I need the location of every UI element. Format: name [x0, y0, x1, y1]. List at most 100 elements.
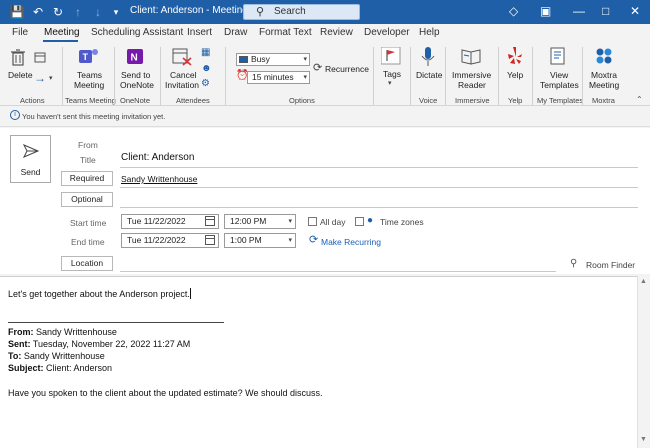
recurrence-icon[interactable]: ⟳ — [309, 233, 318, 246]
end-time-select[interactable]: 1:00 PM ▾ — [224, 233, 296, 248]
templates-icon[interactable] — [550, 47, 568, 66]
menu-bar: File Meeting Scheduling Assistant Insert… — [0, 24, 650, 42]
required-attendee[interactable]: Sandy Writtenhouse — [121, 174, 197, 184]
immersive-reader-label-1[interactable]: Immersive — [452, 70, 491, 80]
info-message: You haven't sent this meeting invitation… — [22, 112, 166, 121]
minimize-icon[interactable]: — — [573, 4, 585, 18]
undo-icon[interactable]: ↶ — [30, 4, 46, 20]
address-book-icon[interactable]: ▦ — [201, 47, 210, 58]
up-arrow-icon[interactable]: ↑ — [70, 4, 86, 20]
teams-icon[interactable]: T — [79, 47, 99, 65]
divider — [410, 47, 411, 105]
trash-icon[interactable] — [11, 49, 25, 66]
chevron-down-icon: ▾ — [288, 218, 292, 225]
send-button[interactable]: Send — [10, 135, 51, 183]
response-options-icon[interactable]: ⚙ — [201, 78, 210, 89]
tab-insert[interactable]: Insert — [187, 27, 212, 38]
divider — [160, 47, 161, 105]
customize-toolbar-icon[interactable]: ▾ — [108, 4, 124, 20]
calendar-icon[interactable] — [205, 235, 215, 245]
tab-file[interactable]: File — [12, 27, 28, 38]
delete-button[interactable]: Delete — [8, 70, 33, 80]
tags-button[interactable]: Tags — [383, 69, 401, 79]
dictate-button[interactable]: Dictate — [416, 70, 442, 80]
room-finder-button[interactable]: Room Finder — [586, 260, 635, 270]
title-bar: 💾 ↶ ↻ ↑ ↓ ▾ Client: Anderson - Meeting ⚲… — [0, 0, 650, 24]
title-input[interactable]: Client: Anderson — [121, 152, 194, 163]
collapse-ribbon-icon[interactable]: ⌃ — [636, 95, 643, 104]
tab-developer[interactable]: Developer — [364, 27, 410, 38]
time-zones-checkbox[interactable] — [355, 217, 364, 226]
diamond-icon[interactable]: ◇ — [509, 4, 518, 18]
body-line: Let's get together about the Anderson pr… — [8, 289, 190, 299]
tab-format-text[interactable]: Format Text — [259, 27, 312, 38]
down-arrow-icon[interactable]: ↓ — [90, 4, 106, 20]
start-date-field[interactable]: Tue 11/22/2022 — [121, 214, 219, 229]
end-date-field[interactable]: Tue 11/22/2022 — [121, 233, 219, 248]
info-icon: i — [10, 110, 20, 120]
scrollbar[interactable]: ▲ ▼ — [637, 276, 650, 448]
moxtra-icon[interactable] — [595, 47, 613, 65]
view-templates-label-1[interactable]: View — [550, 70, 568, 80]
cancel-invitation-label-2[interactable]: Invitation — [165, 80, 199, 90]
moxtra-meeting-label-1[interactable]: Moxtra — [591, 70, 617, 80]
maximize-icon[interactable]: □ — [602, 4, 609, 18]
redo-icon[interactable]: ↻ — [50, 4, 66, 20]
teams-meeting-label-2[interactable]: Meeting — [74, 80, 104, 90]
active-tab-indicator — [43, 40, 78, 42]
tab-meeting[interactable]: Meeting — [44, 27, 80, 38]
teams-meeting-label-1[interactable]: Teams — [77, 70, 102, 80]
search-input[interactable]: ⚲ Search — [243, 4, 360, 20]
tab-review[interactable]: Review — [320, 27, 353, 38]
required-button[interactable]: Required — [61, 171, 113, 186]
ribbon-display-icon[interactable]: ▣ — [540, 4, 551, 18]
divider — [445, 47, 446, 105]
subject-value: Client: Anderson — [43, 363, 113, 373]
location-button[interactable]: Location — [61, 256, 113, 271]
send-to-onenote-label-1[interactable]: Send to — [121, 70, 150, 80]
immersive-reader-icon[interactable] — [461, 48, 481, 65]
calendar-icon[interactable] — [205, 216, 215, 226]
moxtra-meeting-label-2[interactable]: Meeting — [589, 80, 619, 90]
save-icon[interactable]: 💾 — [9, 4, 25, 20]
immersive-reader-label-2[interactable]: Reader — [458, 80, 486, 90]
reminder-select[interactable]: 15 minutes ▾ — [247, 71, 310, 84]
to-value: Sandy Writtenhouse — [21, 351, 105, 361]
check-names-icon[interactable]: ☻ — [201, 63, 212, 74]
yelp-button[interactable]: Yelp — [507, 70, 523, 80]
view-templates-label-2[interactable]: Templates — [540, 80, 579, 90]
start-time-select[interactable]: 12:00 PM ▾ — [224, 214, 296, 229]
divider — [532, 47, 533, 105]
tab-help[interactable]: Help — [419, 27, 440, 38]
tab-scheduling-assistant[interactable]: Scheduling Assistant — [91, 27, 183, 38]
onenote-icon[interactable]: N — [127, 47, 145, 65]
chevron-down-icon[interactable]: ▾ — [388, 79, 392, 87]
cancel-invitation-icon[interactable] — [172, 47, 192, 66]
scroll-down-icon[interactable]: ▼ — [640, 436, 647, 443]
forward-icon[interactable]: → — [34, 71, 46, 85]
tags-flag-icon[interactable] — [381, 47, 401, 65]
show-as-select[interactable]: Busy ▾ — [236, 53, 310, 66]
room-finder-icon[interactable]: ⚲ — [570, 258, 577, 269]
forward-dropdown-icon[interactable]: ▾ — [49, 74, 53, 82]
start-time-label: Start time — [70, 218, 107, 228]
chevron-down-icon: ▾ — [288, 237, 292, 244]
yelp-icon[interactable] — [507, 46, 523, 66]
group-label-voice: Voice — [419, 96, 438, 105]
message-body[interactable]: Let's get together about the Anderson pr… — [0, 276, 637, 448]
recurrence-button[interactable]: Recurrence — [325, 64, 369, 74]
send-icon — [23, 144, 39, 158]
show-as-value: Busy — [251, 54, 270, 64]
close-icon[interactable]: ✕ — [630, 4, 640, 18]
optional-underline — [120, 207, 638, 208]
tab-draw[interactable]: Draw — [224, 27, 247, 38]
cancel-invitation-label-1[interactable]: Cancel — [170, 70, 196, 80]
scroll-up-icon[interactable]: ▲ — [640, 278, 647, 285]
optional-button[interactable]: Optional — [61, 192, 113, 207]
all-day-checkbox[interactable] — [308, 217, 317, 226]
recurrence-icon[interactable]: ⟳ — [313, 61, 322, 74]
send-to-onenote-label-2[interactable]: OneNote — [120, 80, 154, 90]
calendar-small-icon[interactable] — [34, 52, 46, 63]
make-recurring-link[interactable]: Make Recurring — [321, 237, 381, 247]
microphone-icon[interactable] — [421, 47, 435, 67]
